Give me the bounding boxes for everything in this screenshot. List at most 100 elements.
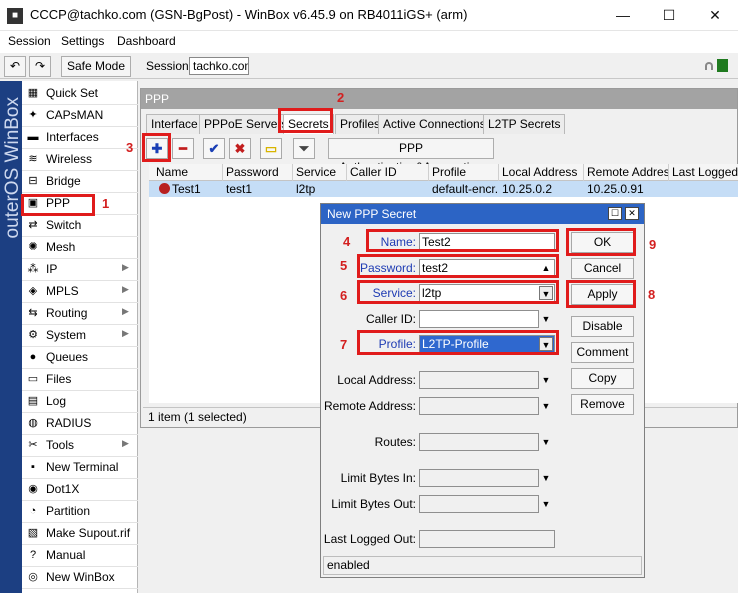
sidebar-item-system[interactable]: ⚙ System ▶	[22, 325, 138, 347]
sidebar-item-files[interactable]: ▭ Files	[22, 369, 138, 391]
disable-icon[interactable]: ✖	[229, 138, 251, 159]
lock-icon	[705, 62, 713, 70]
copy-button[interactable]: Copy	[571, 368, 634, 389]
sidebar-item-routing[interactable]: ⇆ Routing ▶	[22, 303, 138, 325]
safe-mode-button[interactable]: Safe Mode	[61, 56, 131, 77]
sidebar-item-ip[interactable]: ⁂ IP ▶	[22, 259, 138, 281]
column-remote-address[interactable]: Remote Address	[584, 164, 669, 181]
remote-address-input[interactable]	[419, 397, 539, 415]
sidebar-item-label: CAPsMAN	[46, 108, 104, 122]
sidebar-item-label: Interfaces	[46, 130, 99, 144]
column-local-address[interactable]: Local Address	[499, 164, 584, 181]
limit-bytes-in-dropdown-icon[interactable]: ▼	[539, 471, 553, 485]
menu-session[interactable]: Session	[8, 34, 51, 48]
files-icon: ▭	[27, 373, 39, 385]
session-field[interactable]: tachko.com	[189, 57, 249, 75]
sidebar-item-label: Dot1X	[46, 482, 80, 496]
sidebar-item-manual[interactable]: ? Manual	[22, 545, 138, 567]
annotation-box-profile	[357, 330, 559, 355]
disable-button[interactable]: Disable	[571, 316, 634, 337]
sidebar-item-log[interactable]: ▤ Log	[22, 391, 138, 413]
ppp-auth-accounting-button[interactable]: PPP Authentication&Accounting	[328, 138, 494, 174]
sidebar-item-radius[interactable]: ◍ RADIUS	[22, 413, 138, 435]
comment-button[interactable]: Comment	[571, 342, 634, 363]
tab-l2tp-secrets[interactable]: L2TP Secrets	[483, 114, 566, 134]
remote-address-dropdown-icon[interactable]: ▼	[539, 399, 553, 413]
sidebar-item-quick-set[interactable]: ▦ Quick Set	[22, 83, 138, 105]
routes-dropdown-icon[interactable]: ▼	[539, 435, 553, 449]
manual-icon: ?	[29, 549, 37, 561]
toolbar: ↶ ↷ Safe Mode Session: tachko.com	[0, 53, 738, 79]
annotation-box-ppp	[21, 194, 95, 216]
sidebar-item-capsman[interactable]: ✦ CAPsMAN	[22, 105, 138, 127]
side-label-text: outerOS WinBox	[2, 97, 23, 239]
local-address-input[interactable]	[419, 371, 539, 389]
winbox-app-icon: ■	[7, 8, 23, 24]
local-address-dropdown-icon[interactable]: ▼	[539, 373, 553, 387]
column-service[interactable]: Service	[293, 164, 347, 181]
sidebar: ▦ Quick Set ✦ CAPsMAN ▬ Interfaces ≋ Wireless ⊟ B…	[22, 81, 138, 593]
dialog-close-icon[interactable]: ✕	[625, 207, 639, 220]
redo-icon[interactable]: ↷	[29, 56, 51, 77]
minimize-icon[interactable]: —	[600, 0, 646, 31]
caller-id-dropdown-icon[interactable]: ▼	[539, 312, 553, 326]
column-name[interactable]: Name	[153, 164, 223, 181]
cell-caller-id	[347, 181, 429, 197]
routes-input[interactable]	[419, 433, 539, 451]
filter-icon[interactable]: ⏷	[293, 138, 315, 159]
caller-id-input[interactable]	[419, 310, 539, 328]
sidebar-item-new-terminal[interactable]: ▪ New Terminal	[22, 457, 138, 479]
tab-active-connections[interactable]: Active Connections	[378, 114, 491, 134]
sidebar-item-mpls[interactable]: ◈ MPLS ▶	[22, 281, 138, 303]
limit-bytes-in-input[interactable]	[419, 469, 539, 487]
menu-settings[interactable]: Settings	[61, 34, 104, 48]
sidebar-item-label: Queues	[46, 350, 89, 364]
sidebar-item-tools[interactable]: ✂ Tools ▶	[22, 435, 138, 457]
cancel-button[interactable]: Cancel	[571, 258, 634, 279]
limit-bytes-out-input[interactable]	[419, 495, 539, 513]
enable-icon[interactable]: ✔	[203, 138, 225, 159]
dialog-maximize-icon[interactable]: ☐	[608, 207, 622, 220]
sidebar-item-label: Partition	[46, 504, 91, 518]
sidebar-item-wireless[interactable]: ≋ Wireless	[22, 149, 138, 171]
undo-icon[interactable]: ↶	[4, 56, 26, 77]
sidebar-item-interfaces[interactable]: ▬ Interfaces	[22, 127, 138, 149]
queues-icon: ●	[29, 351, 37, 363]
table-row[interactable]: Test1 test1 l2tp default-encr... 10.25.0…	[149, 181, 738, 197]
close-icon[interactable]: ✕	[692, 0, 738, 31]
title-bar: ■ CCCP@tachko.com (GSN-BgPost) - WinBox …	[0, 0, 738, 31]
column-caller-id[interactable]: Caller ID	[347, 164, 429, 181]
capsman-icon: ✦	[28, 109, 38, 121]
tab-interface[interactable]: Interface	[146, 114, 203, 134]
sidebar-item-switch[interactable]: ⇄ Switch	[22, 215, 138, 237]
sidebar-item-label: Switch	[46, 218, 82, 232]
annotation-number-6: 6	[340, 288, 348, 303]
sidebar-item-mesh[interactable]: ✺ Mesh	[22, 237, 138, 259]
sidebar-item-label: Make Supout.rif	[46, 526, 131, 540]
column-password[interactable]: Password	[223, 164, 293, 181]
sidebar-item-new-winbox[interactable]: ◎ New WinBox	[22, 567, 138, 589]
cell-profile: default-encr...	[432, 182, 499, 196]
sidebar-item-label: Tools	[46, 438, 75, 452]
limit-bytes-out-dropdown-icon[interactable]: ▼	[539, 497, 553, 511]
wireless-icon: ≋	[28, 153, 38, 165]
sidebar-item-make-supout-rif[interactable]: ▧ Make Supout.rif	[22, 523, 138, 545]
sidebar-item-label: Log	[46, 394, 67, 408]
column-profile[interactable]: Profile	[429, 164, 499, 181]
local-address-label: Local Address:	[337, 373, 416, 387]
column-last-logged-out[interactable]: Last Logged Out	[669, 164, 738, 181]
sidebar-item-label: Mesh	[46, 240, 76, 254]
submenu-arrow-icon: ▶	[122, 328, 129, 338]
comment-icon[interactable]: ▭	[260, 138, 282, 159]
switch-icon: ⇄	[28, 219, 38, 231]
sidebar-item-partition[interactable]: ◔ Partition	[22, 501, 138, 523]
maximize-icon[interactable]: ☐	[646, 0, 692, 31]
sidebar-item-bridge[interactable]: ⊟ Bridge	[22, 171, 138, 193]
mesh-icon: ✺	[28, 241, 38, 253]
sidebar-item-queues[interactable]: ● Queues	[22, 347, 138, 369]
menu-dashboard[interactable]: Dashboard	[117, 34, 176, 48]
sidebar-item-label: Bridge	[46, 174, 81, 188]
remove-icon[interactable]: ━	[172, 138, 194, 159]
sidebar-item-dot1x[interactable]: ◉ Dot1X	[22, 479, 138, 501]
remove-button[interactable]: Remove	[571, 394, 634, 415]
